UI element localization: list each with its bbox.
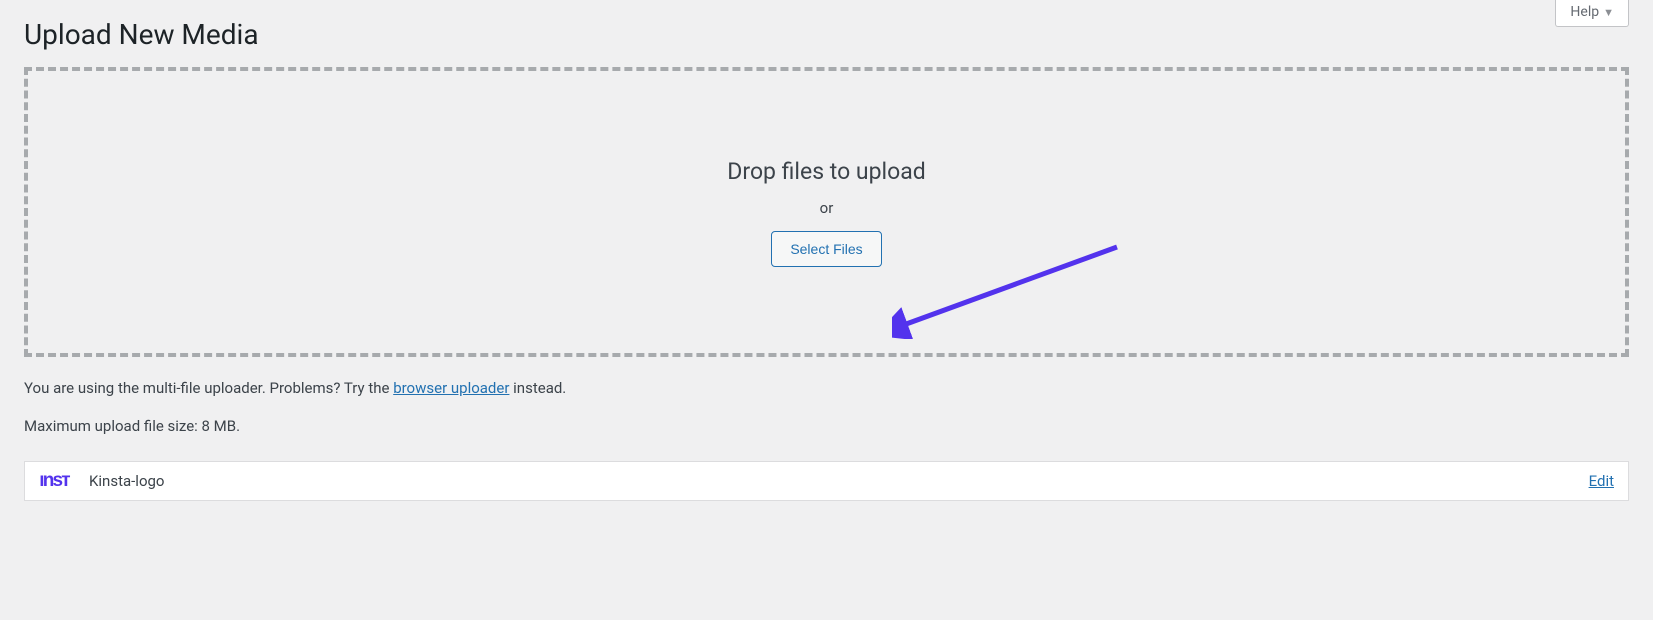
thumbnail-logo-text: ınsᴛ: [39, 470, 69, 492]
browser-uploader-link[interactable]: browser uploader: [393, 379, 509, 397]
media-item-row: ınsᴛ Kinsta-logo Edit: [24, 461, 1629, 501]
uploader-info-text: You are using the multi-file uploader. P…: [24, 379, 1629, 397]
dropzone-or: or: [727, 199, 925, 217]
dropzone-prompt: Drop files to upload: [727, 158, 925, 185]
caret-down-icon: ▼: [1603, 6, 1614, 19]
edit-media-link[interactable]: Edit: [1589, 472, 1614, 490]
media-thumbnail: ınsᴛ: [31, 466, 77, 496]
media-filename: Kinsta-logo: [89, 472, 164, 490]
annotation-arrow-icon: [892, 239, 1142, 339]
upload-dropzone[interactable]: Drop files to upload or Select Files: [24, 67, 1629, 357]
page-title: Upload New Media: [24, 0, 1629, 67]
help-tab-label: Help: [1570, 4, 1599, 20]
help-tab[interactable]: Help ▼: [1555, 0, 1629, 27]
uploader-info-suffix: instead.: [509, 379, 566, 397]
select-files-button[interactable]: Select Files: [771, 231, 881, 267]
uploader-info-prefix: You are using the multi-file uploader. P…: [24, 379, 393, 397]
max-upload-size-text: Maximum upload file size: 8 MB.: [24, 417, 1629, 435]
